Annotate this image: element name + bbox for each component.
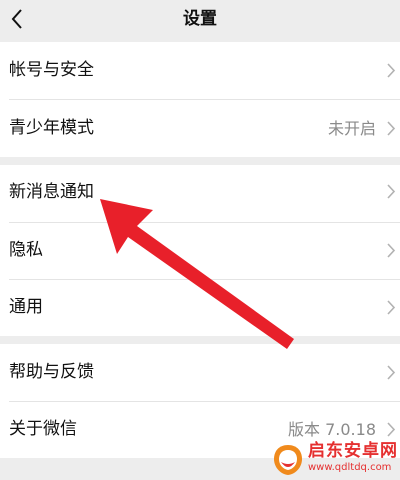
settings-group-account: 帐号与安全 青少年模式 未开启 — [0, 42, 400, 157]
settings-item-about-wechat[interactable]: 关于微信 版本 7.0.18 — [0, 401, 400, 458]
settings-item-new-message-notify[interactable]: 新消息通知 — [0, 165, 400, 222]
settings-item-label: 关于微信 — [9, 419, 77, 439]
settings-item-teen-mode[interactable]: 青少年模式 未开启 — [0, 100, 400, 157]
chevron-right-icon — [387, 243, 396, 258]
settings-item-value: 未开启 — [327, 119, 376, 138]
settings-group-about: 帮助与反馈 关于微信 版本 7.0.18 — [0, 344, 400, 458]
chevron-right-icon — [387, 300, 396, 315]
chevron-right-icon — [387, 63, 396, 78]
settings-item-label: 帐号与安全 — [9, 60, 94, 80]
settings-item-label: 青少年模式 — [9, 118, 94, 138]
settings-item-label: 隐私 — [9, 240, 43, 260]
page-title: 设置 — [183, 9, 217, 29]
settings-item-value: 版本 7.0.18 — [288, 420, 376, 439]
chevron-left-icon — [11, 9, 22, 29]
settings-item-label: 通用 — [9, 297, 43, 317]
nav-bar: 设置 — [0, 0, 400, 40]
settings-item-general[interactable]: 通用 — [0, 279, 400, 336]
settings-item-label: 新消息通知 — [9, 182, 94, 202]
watermark-url: www.qdltdq.com — [308, 462, 392, 473]
chevron-right-icon — [387, 365, 396, 380]
settings-item-label: 帮助与反馈 — [9, 362, 94, 382]
chevron-right-icon — [387, 121, 396, 136]
settings-item-help-feedback[interactable]: 帮助与反馈 — [0, 344, 400, 401]
settings-item-account-security[interactable]: 帐号与安全 — [0, 42, 400, 99]
settings-group-general: 新消息通知 隐私 通用 — [0, 165, 400, 336]
chevron-right-icon — [387, 184, 396, 199]
back-button[interactable] — [2, 4, 32, 34]
settings-item-privacy[interactable]: 隐私 — [0, 222, 400, 279]
chevron-right-icon — [387, 422, 396, 437]
